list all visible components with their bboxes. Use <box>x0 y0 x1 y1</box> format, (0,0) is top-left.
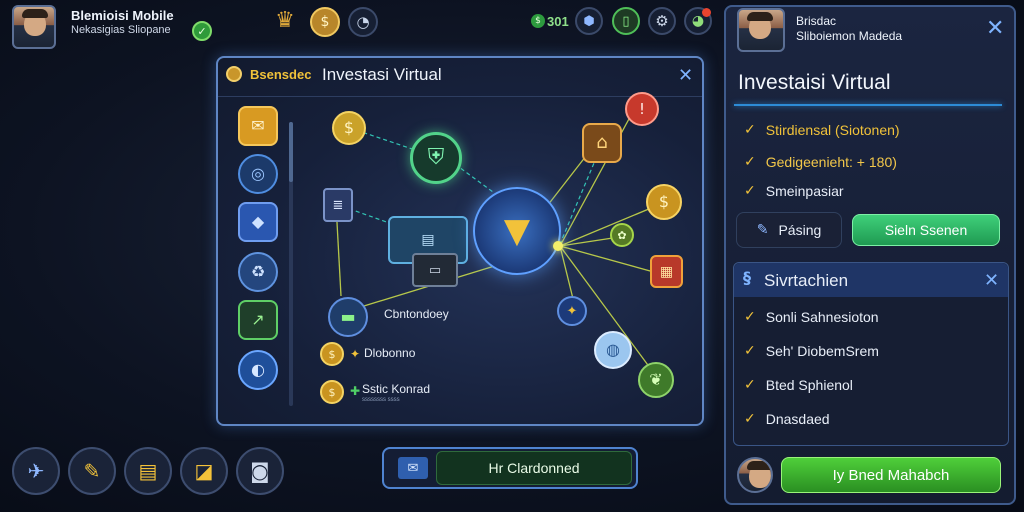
globe-node-icon[interactable]: ◍ <box>594 331 632 369</box>
section2-icon: § <box>743 268 751 287</box>
message-tool-button[interactable]: ▤ <box>124 447 172 495</box>
checkmark-icon: ✓ <box>744 411 756 427</box>
shield-icon[interactable]: ⬢ <box>575 7 603 35</box>
right-user-line2: Sliboiemon Madeda <box>796 29 903 43</box>
report-node-icon[interactable]: ≣ <box>323 188 353 222</box>
junction-dot-icon <box>553 241 563 251</box>
leaf-node-icon[interactable]: ✿ <box>610 223 634 247</box>
green-action-button[interactable]: Sieln Ssenen <box>852 214 1000 246</box>
section2-item: ✓ Sonli Sahnesioton <box>744 309 879 325</box>
section2-item: ✓ Bted Sphienol <box>744 377 853 393</box>
camera-tool-button[interactable]: ◙ <box>236 447 284 495</box>
mail-icon: ✉ <box>398 457 428 479</box>
cash-node-icon[interactable]: ▬ <box>328 297 368 337</box>
secure-shield-node-icon[interactable]: ⛨ <box>410 132 462 184</box>
profile-name: Blemioisi Mobile <box>71 8 174 23</box>
section2-title: Sivrtachien <box>764 271 849 290</box>
item1-coin-icon: $ <box>320 342 344 366</box>
section2-item: ✓ Seh' DiobemSrem <box>744 343 879 359</box>
item1-star-icon: ✦ <box>350 347 361 361</box>
checkmark-icon: ✓ <box>744 377 756 393</box>
profile-subtitle: Nekasigias Sliopane <box>71 24 171 36</box>
checklist-item: ✓ Smeinpasiar <box>744 183 844 199</box>
laptop-node-icon[interactable]: ▭ <box>412 253 458 287</box>
document-tool-button[interactable]: ◪ <box>180 447 228 495</box>
checkmark-icon: ✓ <box>744 343 756 359</box>
right-panel-close-button[interactable]: ✕ <box>986 15 1004 41</box>
trophy-icon[interactable]: ♛ <box>270 6 300 36</box>
checkmark-icon: ✓ <box>744 309 756 325</box>
right-panel-avatar[interactable] <box>737 8 785 52</box>
center-label: Cbntondoey <box>384 307 449 321</box>
confirm-button[interactable]: Hr Clardonned <box>436 451 632 485</box>
timer-icon[interactable]: ◔ <box>348 7 378 37</box>
chart-node-icon[interactable]: ▦ <box>650 255 683 288</box>
checklist-item: ✓ Stirdiensal (Siotonen) <box>744 122 900 138</box>
section2-close-button[interactable]: ✕ <box>984 270 999 291</box>
settings-icon[interactable]: ⚙ <box>648 7 676 35</box>
coin-node-icon[interactable]: $ <box>332 111 366 145</box>
money-icon: $ <box>531 14 545 28</box>
alert-node-icon[interactable]: ! <box>625 92 659 126</box>
checkmark-icon: ✓ <box>744 154 756 170</box>
item2-sublabel: ssssssss ssss <box>362 397 400 403</box>
item1-label: Dlobonno <box>364 346 416 360</box>
posting-button[interactable]: ✎ Pásing <box>736 212 842 248</box>
item2-coin-icon: $ <box>320 380 344 404</box>
rocket-tool-button[interactable]: ✈ <box>12 447 60 495</box>
item2-plus-icon: ✚ <box>350 384 361 398</box>
counter-value: 301 <box>547 14 569 29</box>
plant-node-icon[interactable]: ❦ <box>638 362 674 398</box>
pencil-tool-button[interactable]: ✎ <box>68 447 116 495</box>
sprout-node-icon[interactable]: ✦ <box>557 296 587 326</box>
checkmark-icon: ✓ <box>744 183 756 199</box>
right-panel-title: Investaisi Virtual <box>738 71 891 94</box>
profile-status-icon[interactable]: ✓ <box>192 21 212 41</box>
document-icon[interactable]: ▯ <box>612 7 640 35</box>
pen-icon: ✎ <box>756 222 769 238</box>
bank-node-icon[interactable]: ⌂ <box>582 123 622 163</box>
central-hub-node-icon[interactable]: ▼ <box>473 187 561 275</box>
bottom-green-button[interactable]: Iy Bned Mahabch <box>781 457 1001 493</box>
coin-stack-icon[interactable]: $ <box>310 7 340 37</box>
right-user-line1: Brisdac <box>796 14 837 28</box>
profile-avatar[interactable] <box>12 5 56 49</box>
title-divider <box>734 104 1002 106</box>
checkmark-icon: ✓ <box>744 122 756 138</box>
notification-badge <box>702 8 711 17</box>
gold-coin-node-icon[interactable]: $ <box>646 184 682 220</box>
bottom-user-avatar[interactable] <box>737 457 773 493</box>
checklist-item: ✓ Gedigeenieht: + 180) <box>744 154 897 170</box>
item2-label: Sstic Konrad <box>362 382 431 396</box>
section2-item: ✓ Dnasdaed <box>744 411 830 427</box>
